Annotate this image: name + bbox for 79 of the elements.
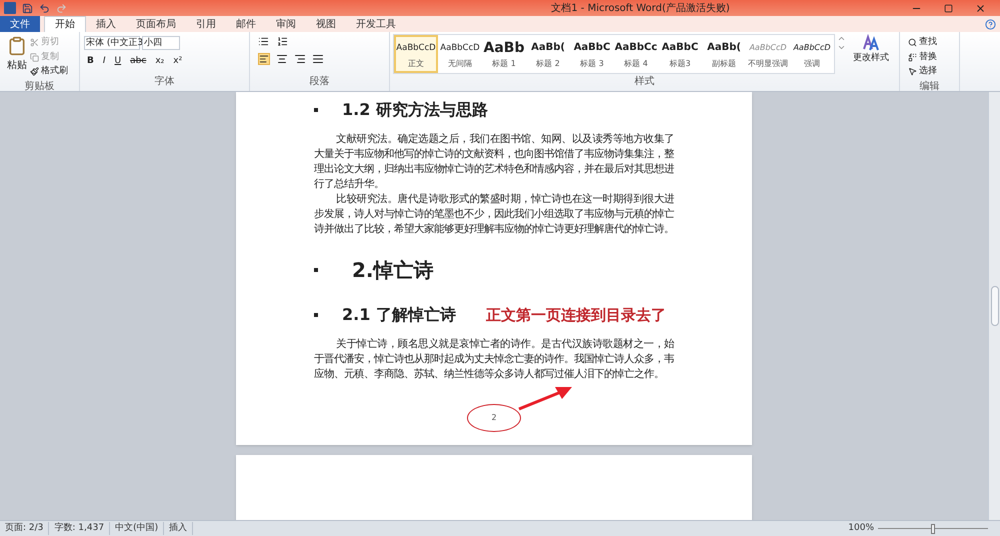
- copy-icon: [30, 52, 39, 62]
- format-button[interactable]: x²: [173, 55, 182, 68]
- vertical-scrollbar[interactable]: [988, 92, 1000, 520]
- style-item[interactable]: AaBbC 标题3: [658, 35, 702, 73]
- style-item[interactable]: AaBb( 标题 2: [526, 35, 570, 73]
- ribbon-tab[interactable]: 开发工具: [346, 16, 406, 32]
- scissors-icon: [30, 38, 39, 48]
- save-icon[interactable]: [22, 2, 33, 14]
- zoom-thumb[interactable]: [931, 524, 935, 534]
- ribbon-tab[interactable]: 页面布局: [126, 16, 186, 32]
- bullet-list-icon[interactable]: [258, 36, 269, 47]
- ribbon-group-label: 段落: [308, 74, 330, 89]
- window-title: 文档1 - Microsoft Word(产品激活失败): [550, 2, 731, 16]
- letters-icon: [862, 34, 880, 52]
- ribbon-group-label: 样式: [634, 74, 656, 89]
- editing-button[interactable]: 查找: [908, 36, 937, 50]
- bullet-icon: [314, 268, 318, 272]
- paste-icon[interactable]: [7, 36, 27, 56]
- status-item[interactable]: 插入: [164, 522, 194, 536]
- ribbon-tab[interactable]: 引用: [186, 16, 226, 32]
- ribbon-group-label: 编辑: [918, 80, 940, 94]
- clipboard-button[interactable]: 格式刷: [30, 65, 68, 78]
- style-item[interactable]: AaBb( 副标题: [702, 35, 746, 73]
- status-item[interactable]: 页面: 2/3: [0, 522, 50, 536]
- status-item[interactable]: 中文(中国): [110, 522, 164, 536]
- font-size-field[interactable]: 小四: [142, 36, 180, 50]
- ribbon-group-label: 字体: [154, 74, 176, 89]
- maximize-icon[interactable]: [944, 4, 953, 12]
- align-center-icon[interactable]: [276, 53, 288, 65]
- body-paragraph: 关于悼亡诗，顾名思义就是哀悼亡者的诗作。是古代汉族诗歌题材之一，始于晋代潘安，悼亡诗也从那时起成为丈夫悼念亡妻的诗作。我国悼亡诗人众多，韦应物、元稹、李商隐、苏轼、纳兰性德等众多诗人都写过催人泪下的悼亡之作。: [314, 337, 674, 382]
- arrow-drawing: [517, 385, 573, 411]
- page-number: 2: [491, 412, 497, 424]
- ribbon-tab[interactable]: 审阅: [266, 16, 306, 32]
- format-button[interactable]: U: [114, 55, 122, 68]
- align-left-icon[interactable]: [258, 53, 270, 65]
- format-button[interactable]: x₂: [155, 55, 164, 68]
- scroll-up-icon[interactable]: [837, 34, 846, 43]
- bullet-icon: [314, 313, 318, 317]
- help-icon[interactable]: [985, 19, 996, 30]
- style-item[interactable]: AaBbC 标题 3: [570, 35, 614, 73]
- style-item[interactable]: AaBbCc 标题 4: [614, 35, 658, 73]
- bullet-icon: [314, 108, 318, 112]
- replace-icon: [908, 52, 917, 62]
- style-item[interactable]: AaBb 标题 1: [482, 35, 526, 73]
- scroll-down-icon[interactable]: [837, 43, 846, 52]
- section-heading: 1.2 研究方法与思路: [342, 99, 488, 121]
- zoom-slider[interactable]: [878, 524, 988, 534]
- style-item[interactable]: AaBbCcD 不明显强调: [746, 35, 790, 73]
- search-icon: [908, 38, 917, 48]
- paste-button[interactable]: 粘贴: [7, 58, 27, 73]
- annotation-text: 正文第一页连接到目录去了: [486, 304, 666, 326]
- format-button[interactable]: I: [102, 55, 106, 68]
- file-tab[interactable]: 文件: [0, 16, 40, 32]
- ribbon-tab[interactable]: 开始: [44, 16, 86, 32]
- editing-button[interactable]: 选择: [908, 65, 937, 78]
- ribbon-group-label: 剪贴板: [24, 80, 56, 94]
- zoom-level[interactable]: 100%: [848, 522, 874, 536]
- ribbon-tab[interactable]: 视图: [306, 16, 346, 32]
- undo-icon[interactable]: [39, 2, 50, 14]
- justify-icon[interactable]: [312, 53, 324, 65]
- format-button[interactable]: abc: [130, 55, 146, 68]
- status-item[interactable]: 字数: 1,437: [49, 522, 110, 536]
- style-item[interactable]: AaBbCcD 强调: [790, 35, 834, 73]
- body-paragraph: 比较研究法。唐代是诗歌形式的繁盛时期，悼亡诗也在这一时期得到很大进步发展，诗人对与悼亡诗的笔墨也不少，因此我们小组选取了韦应物与元稹的悼亡诗并做出了比较，希望大家能够更好理解韦应物的悼亡诗更好理解唐代的悼亡诗。: [314, 192, 674, 237]
- body-paragraph: 文献研究法。确定选题之后，我们在图书馆、知网、以及读秀等地方收集了大量关于韦应物和他写的悼亡诗的文献资料，也向图书馆借了韦应物诗集集注，整理出论文大纲，归纳出韦应物悼亡诗的艺术特色和情感内容，并在最后对其思想进行了总结升华。: [314, 132, 674, 192]
- chapter-heading: 2.悼亡诗: [352, 257, 434, 284]
- pointer-icon: [908, 67, 917, 76]
- format-button[interactable]: B: [87, 55, 94, 68]
- close-icon[interactable]: [975, 2, 986, 14]
- align-right-icon[interactable]: [294, 53, 306, 65]
- ribbon-tab[interactable]: 插入: [86, 16, 126, 32]
- style-item[interactable]: AaBbCcD 正文: [394, 35, 438, 73]
- editing-button[interactable]: 替换: [908, 50, 937, 64]
- numbered-list-icon[interactable]: [277, 36, 288, 47]
- brush-icon: [30, 67, 39, 76]
- style-item[interactable]: AaBbCcD 无间隔: [438, 35, 482, 73]
- change-styles-button[interactable]: 更改样式: [851, 34, 891, 74]
- ribbon-tab[interactable]: 邮件: [226, 16, 266, 32]
- section-heading: 2.1 了解悼亡诗: [342, 304, 456, 326]
